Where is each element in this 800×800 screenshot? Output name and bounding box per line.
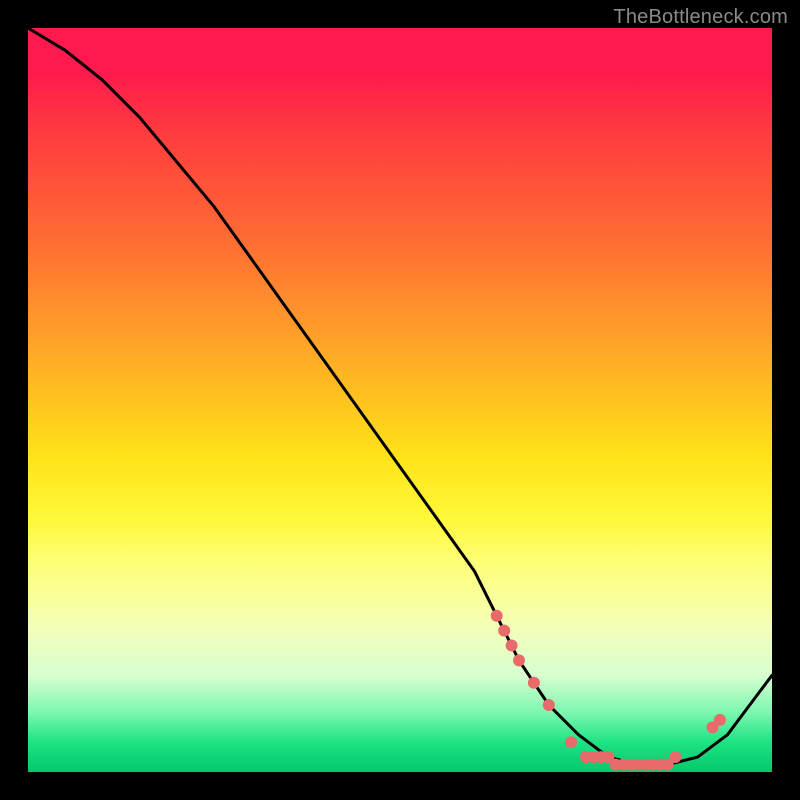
chart-marker-dot [669, 751, 681, 763]
chart-marker-dot [506, 640, 518, 652]
chart-curve [28, 28, 772, 765]
chart-plot-area [28, 28, 772, 772]
chart-marker-dot [565, 736, 577, 748]
chart-svg [28, 28, 772, 772]
watermark-text: TheBottleneck.com [613, 6, 788, 29]
chart-markers [491, 610, 726, 771]
chart-marker-dot [543, 699, 555, 711]
chart-marker-dot [491, 610, 503, 622]
chart-marker-dot [513, 654, 525, 666]
chart-marker-dot [528, 677, 540, 689]
chart-marker-dot [498, 625, 510, 637]
chart-frame: TheBottleneck.com [0, 0, 800, 800]
chart-marker-dot [714, 714, 726, 726]
